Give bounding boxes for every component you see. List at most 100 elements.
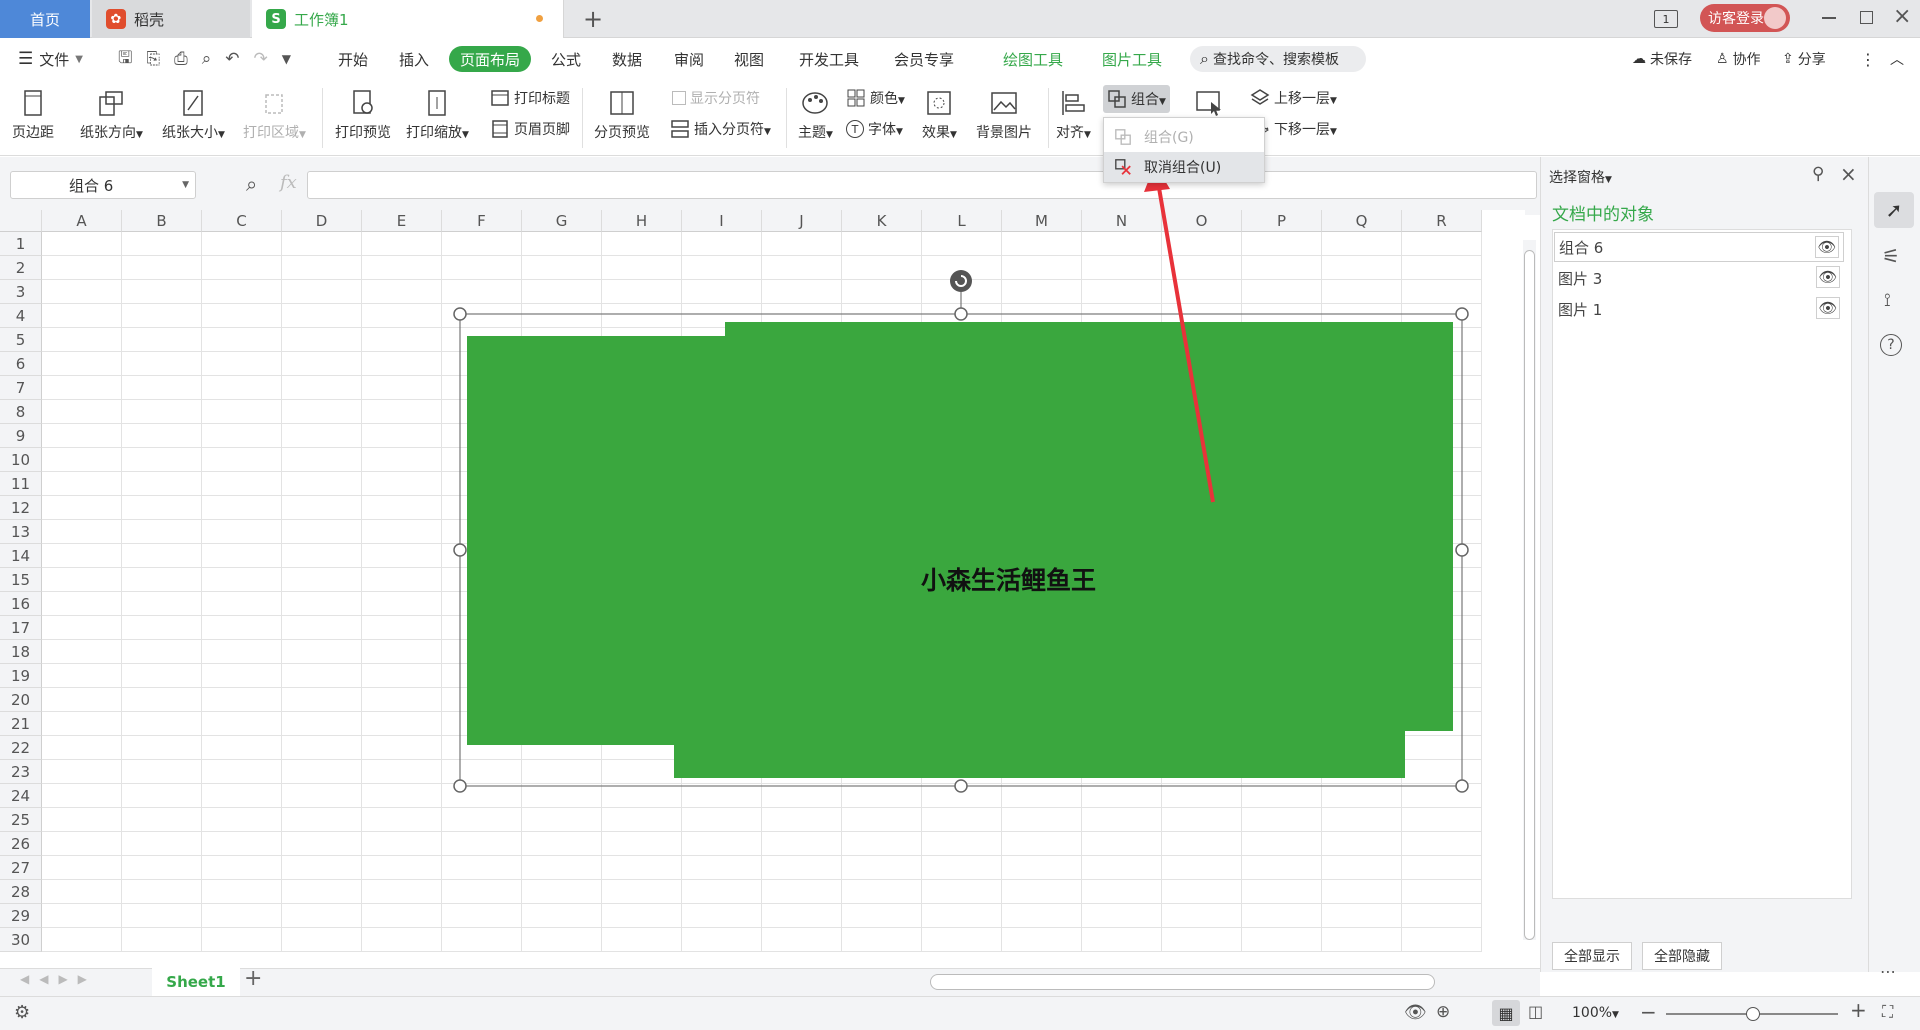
pin-icon[interactable]: ⚲ [1812, 164, 1824, 184]
theme-button[interactable]: 主题▼ [798, 88, 833, 142]
menu-view[interactable]: 视图 [734, 38, 764, 80]
eye-icon[interactable]: 👁 [1815, 236, 1839, 258]
column-header[interactable]: Q [1322, 210, 1402, 232]
macro-icon[interactable]: ⚙ [14, 1002, 30, 1023]
close-window-button[interactable]: × [1893, 4, 1911, 29]
tab-workbook[interactable]: S 工作簿1 [252, 0, 564, 38]
show-all-button[interactable]: 全部显示 [1552, 942, 1632, 970]
align-button[interactable]: 对齐▼ [1056, 88, 1091, 142]
row-header[interactable]: 20 [0, 688, 42, 712]
row-header[interactable]: 14 [0, 544, 42, 568]
row-header[interactable]: 24 [0, 784, 42, 808]
row-header[interactable]: 25 [0, 808, 42, 832]
menu-item-group[interactable]: 组合(G) [1104, 122, 1264, 152]
object-item-group6[interactable]: 组合 6 👁 [1554, 232, 1844, 262]
column-header[interactable]: M [1002, 210, 1082, 232]
row-header[interactable]: 10 [0, 448, 42, 472]
header-footer-button[interactable]: 页眉页脚 [490, 119, 570, 139]
zoom-in-icon[interactable]: + [1850, 998, 1867, 1022]
menu-member[interactable]: 会员专享 [894, 38, 954, 80]
menu-insert[interactable]: 插入 [399, 38, 429, 80]
collab-button[interactable]: ♙ 协作 [1716, 38, 1761, 80]
zoom-level[interactable]: 100%▼ [1572, 1005, 1619, 1021]
row-header[interactable]: 22 [0, 736, 42, 760]
menu-review[interactable]: 审阅 [674, 38, 704, 80]
selection-pane-title[interactable]: 选择窗格▼ [1549, 167, 1612, 187]
eye-protect-icon[interactable]: 👁 [1404, 1002, 1427, 1023]
column-header[interactable]: D [282, 210, 362, 232]
object-item-picture3[interactable]: 图片 3 👁 [1554, 263, 1844, 293]
tab-daoke[interactable]: ✿ 稻壳 [92, 0, 250, 38]
column-header[interactable]: J [762, 210, 842, 232]
orientation-button[interactable]: 纸张方向▼ [80, 88, 143, 142]
select-cursor-icon[interactable]: ➚ [1874, 192, 1914, 228]
column-header[interactable]: C [202, 210, 282, 232]
row-header[interactable]: 17 [0, 616, 42, 640]
paper-size-button[interactable]: 纸张大小▼ [162, 88, 225, 142]
menu-item-ungroup[interactable]: 取消组合(U) [1104, 152, 1264, 182]
fx-icon[interactable]: fx [280, 172, 297, 193]
column-header[interactable]: N [1082, 210, 1162, 232]
column-header[interactable]: G [522, 210, 602, 232]
close-pane-icon[interactable]: × [1840, 162, 1857, 186]
print-area-button[interactable]: 打印区域▼ [243, 88, 306, 142]
customize-icon[interactable]: ▼ [282, 52, 291, 66]
background-image-button[interactable]: 背景图片 [976, 88, 1032, 142]
row-header[interactable]: 7 [0, 376, 42, 400]
column-header[interactable]: H [602, 210, 682, 232]
row-header[interactable]: 4 [0, 304, 42, 328]
bring-forward-button[interactable]: 上移一层▼ [1250, 88, 1337, 108]
menu-formula[interactable]: 公式 [551, 38, 581, 80]
menu-drawing-tools[interactable]: 绘图工具 [1003, 38, 1063, 80]
row-header[interactable]: 15 [0, 568, 42, 592]
undo-icon[interactable]: ↶ [225, 49, 239, 69]
row-header[interactable]: 13 [0, 520, 42, 544]
menu-start[interactable]: 开始 [338, 38, 368, 80]
row-header[interactable]: 21 [0, 712, 42, 736]
row-header[interactable]: 27 [0, 856, 42, 880]
help-icon[interactable]: ? [1880, 334, 1902, 356]
row-header[interactable]: 19 [0, 664, 42, 688]
column-header[interactable]: O [1162, 210, 1242, 232]
hide-all-button[interactable]: 全部隐藏 [1642, 942, 1722, 970]
column-header[interactable]: B [122, 210, 202, 232]
horizontal-scrollbar[interactable] [930, 974, 1435, 990]
row-header[interactable]: 18 [0, 640, 42, 664]
column-header[interactable]: F [442, 210, 522, 232]
restore-button[interactable] [1860, 11, 1873, 24]
more-icon[interactable]: ⋯ [1880, 962, 1896, 981]
fonts-button[interactable]: T 字体▼ [846, 119, 903, 139]
row-header[interactable]: 8 [0, 400, 42, 424]
zoom-slider-handle[interactable] [1746, 1007, 1760, 1021]
row-header[interactable]: 5 [0, 328, 42, 352]
tab-home[interactable]: 首页 [0, 0, 90, 38]
print-preview-button[interactable]: 打印预览 [335, 88, 391, 142]
colors-button[interactable]: 颜色▼ [846, 88, 905, 108]
object-item-picture1[interactable]: 图片 1 👁 [1554, 294, 1844, 324]
row-header[interactable]: 28 [0, 880, 42, 904]
menu-data[interactable]: 数据 [612, 38, 642, 80]
page-break-preview-button[interactable]: 分页预览 [594, 88, 650, 142]
insert-page-break-button[interactable]: 插入分页符▼ [670, 119, 771, 139]
row-header[interactable]: 6 [0, 352, 42, 376]
window-layout-icon[interactable]: 1 [1654, 10, 1678, 28]
redo-icon[interactable]: ↷ [253, 49, 267, 69]
row-header[interactable]: 30 [0, 928, 42, 952]
file-menu[interactable]: ☰ 文件 ▼ [18, 38, 83, 80]
row-header[interactable]: 2 [0, 256, 42, 280]
print-title-button[interactable]: 打印标题 [490, 88, 570, 108]
row-header[interactable]: 16 [0, 592, 42, 616]
column-header[interactable]: I [682, 210, 762, 232]
column-header[interactable]: P [1242, 210, 1322, 232]
command-search[interactable]: ⌕ 查找命令、搜索模板 [1190, 46, 1366, 72]
column-header[interactable]: R [1402, 210, 1482, 232]
zoom-search-icon[interactable]: ⌕ [246, 172, 257, 196]
add-sheet-button[interactable]: + [244, 966, 262, 991]
formula-input[interactable] [307, 171, 1537, 199]
print-preview-icon[interactable]: ⌕ [202, 49, 212, 69]
zoom-out-icon[interactable]: − [1640, 1000, 1657, 1024]
row-header[interactable]: 29 [0, 904, 42, 928]
margin-button[interactable]: 页边距 [12, 88, 54, 142]
spreadsheet-grid[interactable]: A B C D E F G H I J K L M N O P Q R 1 2 3 4 5 6 7 8 9 10 11 12 13 14 15 1… [0, 210, 1525, 968]
sheet-nav-icons[interactable]: ◀◀▶▶ [20, 972, 97, 986]
